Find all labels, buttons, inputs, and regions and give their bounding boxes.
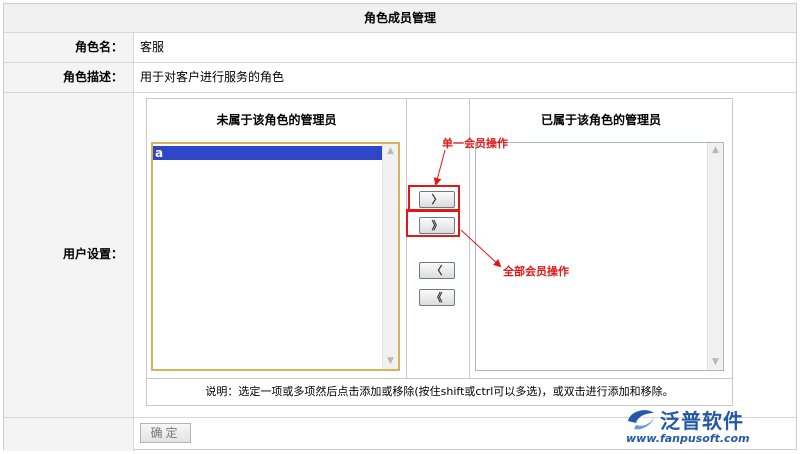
confirm-button[interactable]: 确定 — [140, 423, 191, 443]
single-arrow-icon — [433, 149, 446, 186]
logo-text: 泛普软件 — [660, 409, 744, 433]
annotation-all: 全部会员操作 — [503, 265, 569, 278]
logo: 泛普软件 www.fanpusoft.com — [624, 405, 794, 447]
logo-url: www.fanpusoft.com — [626, 432, 750, 445]
all-arrow-icon — [460, 229, 502, 268]
annotation-single: 单一会员操作 — [442, 137, 508, 150]
logo-mark-icon — [628, 410, 654, 430]
annotation-arrows — [433, 149, 502, 268]
